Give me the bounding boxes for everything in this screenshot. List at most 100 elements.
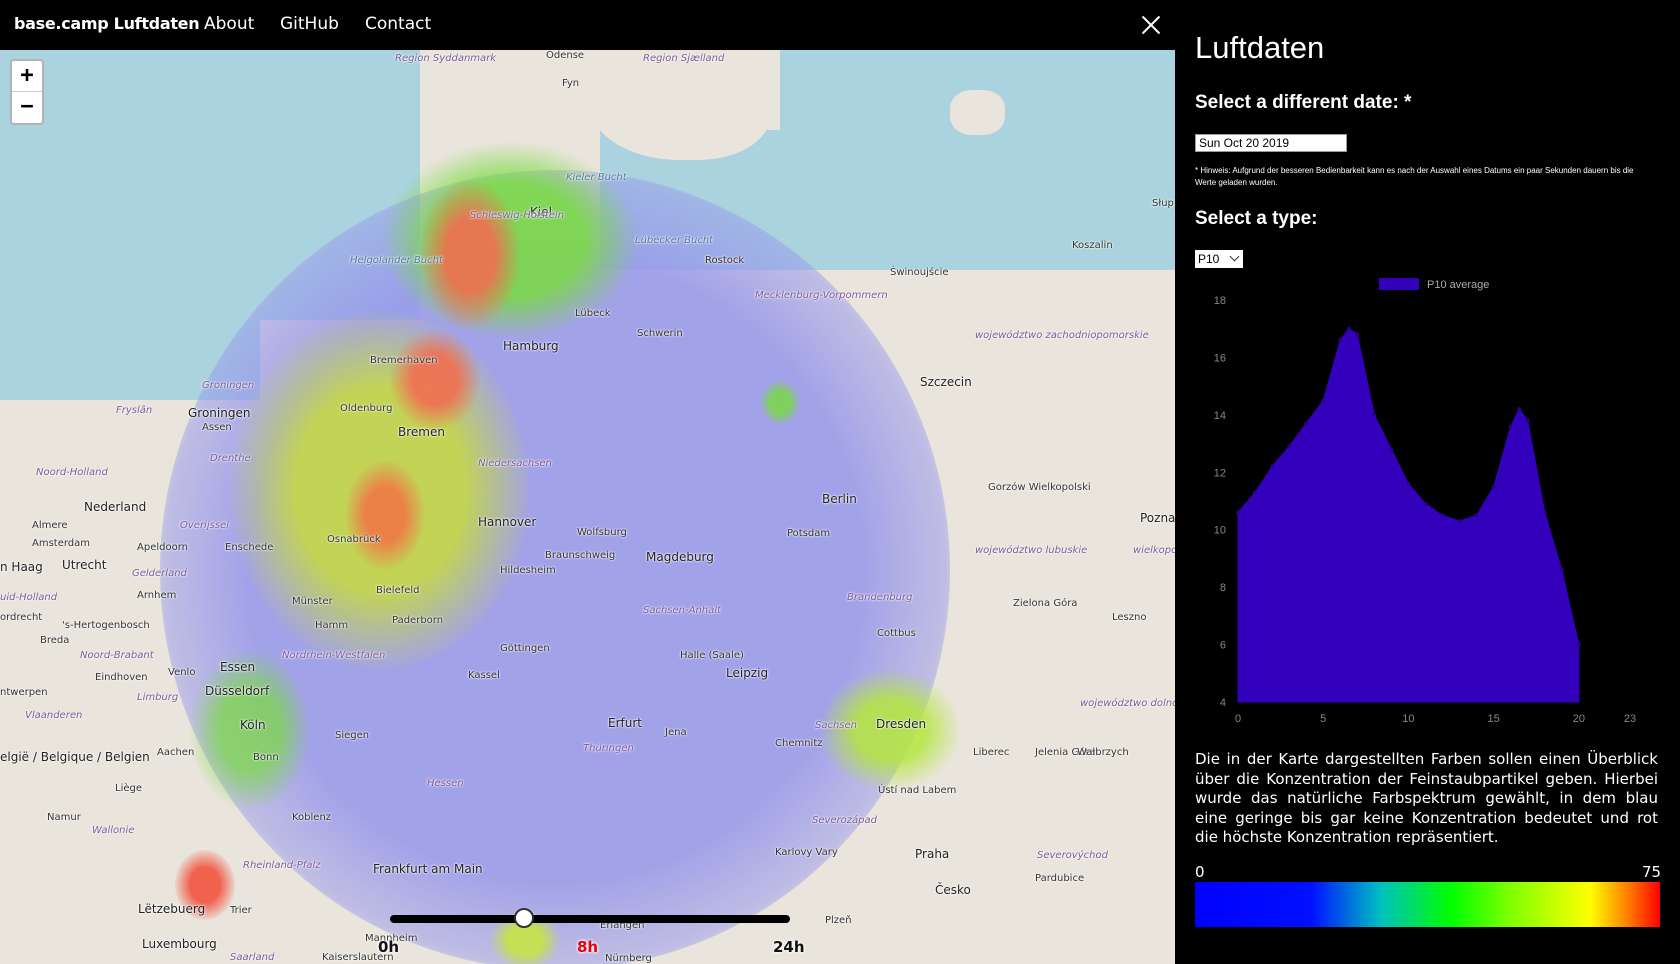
map-label: Lëtzebuerg [138, 902, 206, 916]
type-select[interactable]: P10 [1195, 250, 1243, 268]
map-label: wielkopo [1133, 545, 1175, 556]
map-label: Frankfurt am Main [373, 862, 483, 876]
map-label: Kieler Bucht [566, 172, 627, 183]
map-label: Lübeck [575, 308, 611, 319]
map-label: Mecklenburg-Vorpommern [755, 290, 888, 301]
map-label: Severovýchod [1037, 850, 1108, 861]
data-point [1474, 513, 1479, 518]
map-label: Bielefeld [376, 585, 420, 596]
data-point [1346, 326, 1351, 331]
map-label: Świnoujście [890, 267, 949, 278]
map-label: uid-Holland [0, 592, 58, 603]
data-point [1372, 412, 1377, 417]
p10-chart: P10 average 4 6 8 10 12 14 16 18 0 5 10 15 20 23 [1214, 278, 1636, 725]
map-label: Essen [220, 660, 256, 674]
nav-about[interactable]: About [204, 14, 254, 34]
nav-github[interactable]: GitHub [280, 14, 339, 34]
map-label: n Haag [0, 560, 43, 574]
map-label: Amsterdam [32, 538, 91, 549]
data-point [1270, 464, 1275, 469]
map-label: Düsseldorf [205, 684, 270, 698]
y-tick-label: 12 [1214, 467, 1226, 479]
data-point [1321, 398, 1326, 403]
map-label: Breda [40, 635, 70, 646]
top-navbar: base.camp Luftdaten About GitHub Contact [0, 0, 1175, 50]
heat-green-berlin-north [760, 380, 800, 425]
map-label: Noord-Brabant [80, 650, 154, 661]
map-label: Vlaanderen [25, 710, 83, 721]
map-label: Chemnitz [775, 738, 823, 749]
y-tick-label: 4 [1220, 697, 1226, 709]
map-label: Saarland [230, 952, 275, 963]
map-label: 's-Hertogenbosch [62, 620, 150, 631]
map-label: Region Sjælland [643, 53, 725, 64]
map-label: ntwerpen [0, 687, 48, 698]
map-label: Fyn [562, 78, 580, 89]
color-description: Die in der Karte dargestellten Farben so… [1195, 750, 1658, 846]
series-area [1237, 328, 1580, 703]
map-label: Słup [1152, 198, 1174, 209]
map-label: Oldenburg [340, 403, 393, 414]
time-start-label: 0h [378, 938, 400, 956]
scale-max-label: 75 [1642, 863, 1662, 881]
zoom-in-button[interactable]: + [12, 61, 42, 92]
date-input[interactable]: Sun Oct 20 2019 [1195, 134, 1347, 152]
map-label: Braunschweig [545, 550, 616, 561]
map-label: Brandenburg [847, 592, 913, 603]
map-label: Lübecker Bucht [635, 235, 714, 246]
map-label: Gorzów Wielkopolski [988, 482, 1091, 493]
close-icon[interactable] [1140, 14, 1162, 36]
x-tick-label: 15 [1488, 713, 1500, 725]
map-label: Szczecin [920, 375, 972, 389]
brand-logo[interactable]: base.camp Luftdaten [14, 14, 200, 33]
time-slider-handle[interactable] [514, 908, 534, 928]
map-label: Münster [292, 596, 333, 607]
map-label: Drenthe [210, 453, 251, 464]
map-label: Hannover [478, 515, 537, 529]
map-label: Nürnberg [605, 953, 652, 964]
nav-contact[interactable]: Contact [365, 14, 431, 34]
zoom-out-button[interactable]: − [12, 92, 42, 122]
time-current-label: 8h [577, 938, 599, 956]
map-label: Osnabrück [327, 534, 381, 545]
data-point [1457, 519, 1462, 524]
map-label: województwo lubuskie [975, 545, 1088, 556]
map-label: Leipzig [726, 666, 769, 680]
map-label: Almere [32, 520, 68, 531]
time-end-label: 24h [773, 938, 805, 956]
baltic-sea-pomerania [920, 200, 1120, 260]
map-label: Luxembourg [142, 937, 217, 951]
map-label: Wałbrzych [1077, 747, 1129, 758]
y-tick-label: 6 [1220, 640, 1226, 652]
x-tick-label: 5 [1320, 713, 1326, 725]
scale-min-label: 0 [1195, 863, 1205, 881]
data-point [1338, 338, 1343, 343]
map-label: Erfurt [608, 716, 642, 730]
map-label: Ústí nad Labem [878, 785, 957, 796]
map-label: Sachsen [815, 720, 858, 731]
map-label: Poznań [1140, 511, 1175, 525]
map-label: Venlo [168, 667, 196, 678]
legend-swatch [1379, 278, 1419, 290]
map-label: Zielona Góra [1013, 598, 1078, 609]
map-label: Eindhoven [95, 672, 148, 683]
map-label: Arnhem [137, 590, 177, 601]
land-bornholm [950, 90, 1005, 135]
map-label: Aachen [157, 747, 195, 758]
map-label: Paderborn [392, 615, 444, 626]
map-view[interactable]: Odense Fyn Region Syddanmark Region Sjæl… [0, 50, 1175, 964]
map-label: Rostock [705, 255, 745, 266]
map-label: Liberec [973, 747, 1010, 758]
map-label: Groningen [188, 406, 251, 420]
data-point [1440, 513, 1445, 518]
map-label: Helgoländer Bucht [350, 255, 443, 266]
x-tick-label: 0 [1235, 713, 1241, 725]
data-point [1576, 642, 1581, 647]
map-label: Assen [202, 422, 232, 433]
map-label: Halle (Saale) [680, 650, 744, 661]
map-label: Wallonie [92, 825, 135, 836]
map-label: Köln [240, 718, 266, 732]
data-point [1559, 567, 1564, 572]
time-slider-track[interactable] [390, 915, 790, 923]
date-hint: * Hinweis: Aufgrund der besseren Bedienb… [1195, 166, 1634, 187]
